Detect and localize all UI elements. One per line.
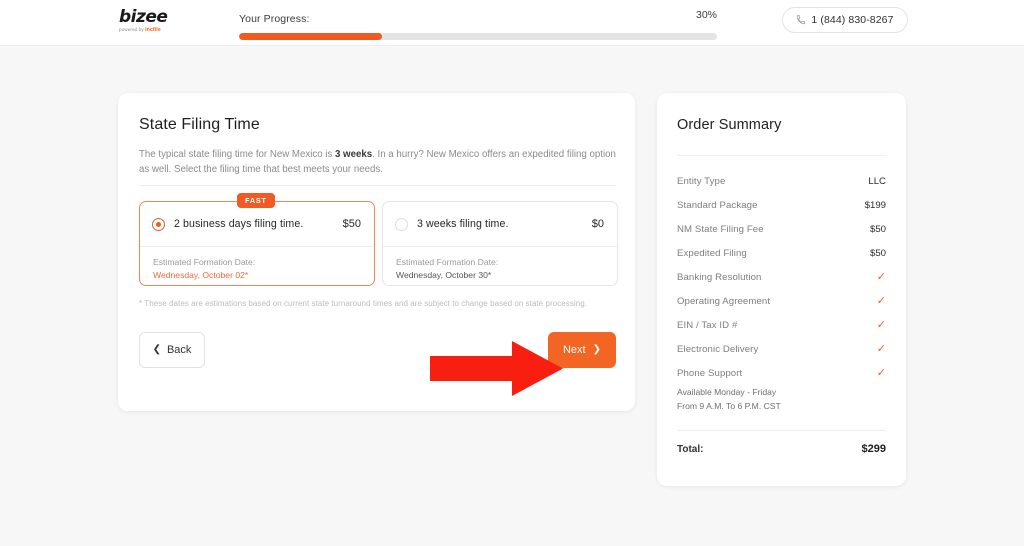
option-standard-label: 3 weeks filing time. (417, 218, 509, 230)
order-summary-divider (677, 155, 886, 156)
progress-label: Your Progress: (239, 13, 310, 25)
next-button-label: Next (562, 344, 586, 356)
summary-row-label: NM State Filing Fee (677, 223, 764, 235)
progress-bar-track (239, 33, 717, 40)
state-filing-time-card: State Filing Time The typical state fili… (118, 93, 635, 411)
phone-support-hours-line-1: Available Monday - Friday (677, 387, 777, 397)
option-expedited-label: 2 business days filing time. (174, 218, 304, 230)
summary-row-label: EIN / Tax ID # (677, 319, 738, 331)
page-description: The typical state filing time for New Me… (139, 147, 619, 177)
fast-badge: FAST (237, 193, 275, 208)
option-standard-header[interactable]: 3 weeks filing time. $0 (383, 202, 617, 246)
option-standard[interactable]: 3 weeks filing time. $0 Estimated Format… (382, 201, 618, 286)
summary-row-value: LLC (868, 175, 886, 187)
summary-row: Phone Support ✓ (677, 361, 886, 385)
back-button-label: Back (166, 344, 192, 356)
summary-row-label: Operating Agreement (677, 295, 771, 307)
order-total-label: Total: (677, 443, 704, 455)
order-summary-rows: Entity Type LLC Standard Package $199 NM Sta… (677, 169, 886, 412)
option-expedited-body: Estimated Formation Date: Wednesday, Oct… (140, 247, 374, 282)
option-expedited-date-label: Estimated Formation Date: (153, 257, 256, 267)
dates-footnote: * These dates are estimations based on c… (139, 299, 587, 308)
summary-row-label: Phone Support (677, 367, 743, 379)
option-expedited-price: $50 (342, 218, 361, 230)
summary-row: Expedited Filing $50 (677, 241, 886, 265)
summary-row-label: Entity Type (677, 175, 726, 187)
section-divider (139, 185, 616, 186)
summary-row-value: $50 (869, 223, 886, 235)
order-summary-total-divider (677, 430, 886, 431)
summary-row-value: $199 (864, 199, 886, 211)
filing-time-options: FAST 2 business days filing time. $50 Es… (139, 193, 618, 286)
radio-standard[interactable] (395, 217, 408, 231)
check-icon: ✓ (876, 270, 886, 283)
phone-support-hours-line-2: From 9 A.M. To 6 P.M. CST (677, 400, 781, 411)
order-summary-card: Order Summary Entity Type LLC Standard Pac… (657, 93, 906, 486)
next-button[interactable]: Next ❯ (548, 332, 616, 368)
logo-tagline-prefix: powered by (119, 27, 146, 32)
logo-tagline-brand: incfile (145, 27, 161, 33)
check-icon: ✓ (876, 342, 886, 355)
summary-row: NM State Filing Fee $50 (677, 217, 886, 241)
summary-row: Standard Package $199 (677, 193, 886, 217)
order-total-value: $299 (861, 443, 886, 455)
option-standard-body: Estimated Formation Date: Wednesday, Oct… (383, 247, 617, 282)
logo-tagline: powered by incfile (119, 27, 191, 33)
option-standard-price: $0 (591, 218, 604, 230)
summary-row: Operating Agreement ✓ (677, 289, 886, 313)
summary-row: EIN / Tax ID # ✓ (677, 313, 886, 337)
summary-row: Entity Type LLC (677, 169, 886, 193)
back-button[interactable]: ❮ Back (139, 332, 205, 368)
phone-support-pill[interactable]: 1 (844) 830-8267 (782, 7, 908, 33)
phone-number: 1 (844) 830-8267 (811, 14, 894, 26)
option-expedited-header[interactable]: 2 business days filing time. $50 (140, 202, 374, 246)
description-part-1: The typical state filing time for New Me… (139, 149, 335, 160)
progress-percent: 30% (695, 9, 717, 21)
progress-section: Your Progress: 30% (239, 9, 717, 40)
logo-wordmark: bizee (119, 7, 168, 27)
check-icon: ✓ (876, 366, 886, 379)
option-standard-date-value: Wednesday, October 30* (396, 270, 492, 280)
check-icon: ✓ (876, 294, 886, 307)
radio-expedited[interactable] (152, 217, 165, 231)
check-icon: ✓ (876, 318, 886, 331)
bizee-logo[interactable]: bizee powered by incfile (119, 8, 191, 38)
summary-row-label: Banking Resolution (677, 271, 762, 283)
option-expedited[interactable]: FAST 2 business days filing time. $50 Es… (139, 193, 375, 286)
chevron-right-icon: ❯ (592, 344, 601, 355)
summary-row: Banking Resolution ✓ (677, 265, 886, 289)
option-standard-date-label: Estimated Formation Date: (396, 257, 499, 267)
order-summary-title: Order Summary (677, 117, 782, 133)
progress-bar-fill (239, 33, 383, 40)
phone-icon (797, 15, 806, 25)
option-expedited-date-value: Wednesday, October 02* (153, 270, 249, 280)
summary-row-label: Standard Package (677, 199, 758, 211)
order-total-row: Total: $299 (677, 443, 886, 455)
summary-row: Electronic Delivery ✓ (677, 337, 886, 361)
summary-row-label: Expedited Filing (677, 247, 747, 259)
summary-row-label: Electronic Delivery (677, 343, 759, 355)
chevron-left-icon: ❮ (152, 344, 161, 355)
description-highlight: 3 weeks (334, 149, 373, 160)
page-title: State Filing Time (139, 116, 260, 133)
page-header: bizee powered by incfile Your Progress: … (0, 0, 1024, 46)
summary-row-value: $50 (869, 247, 886, 259)
